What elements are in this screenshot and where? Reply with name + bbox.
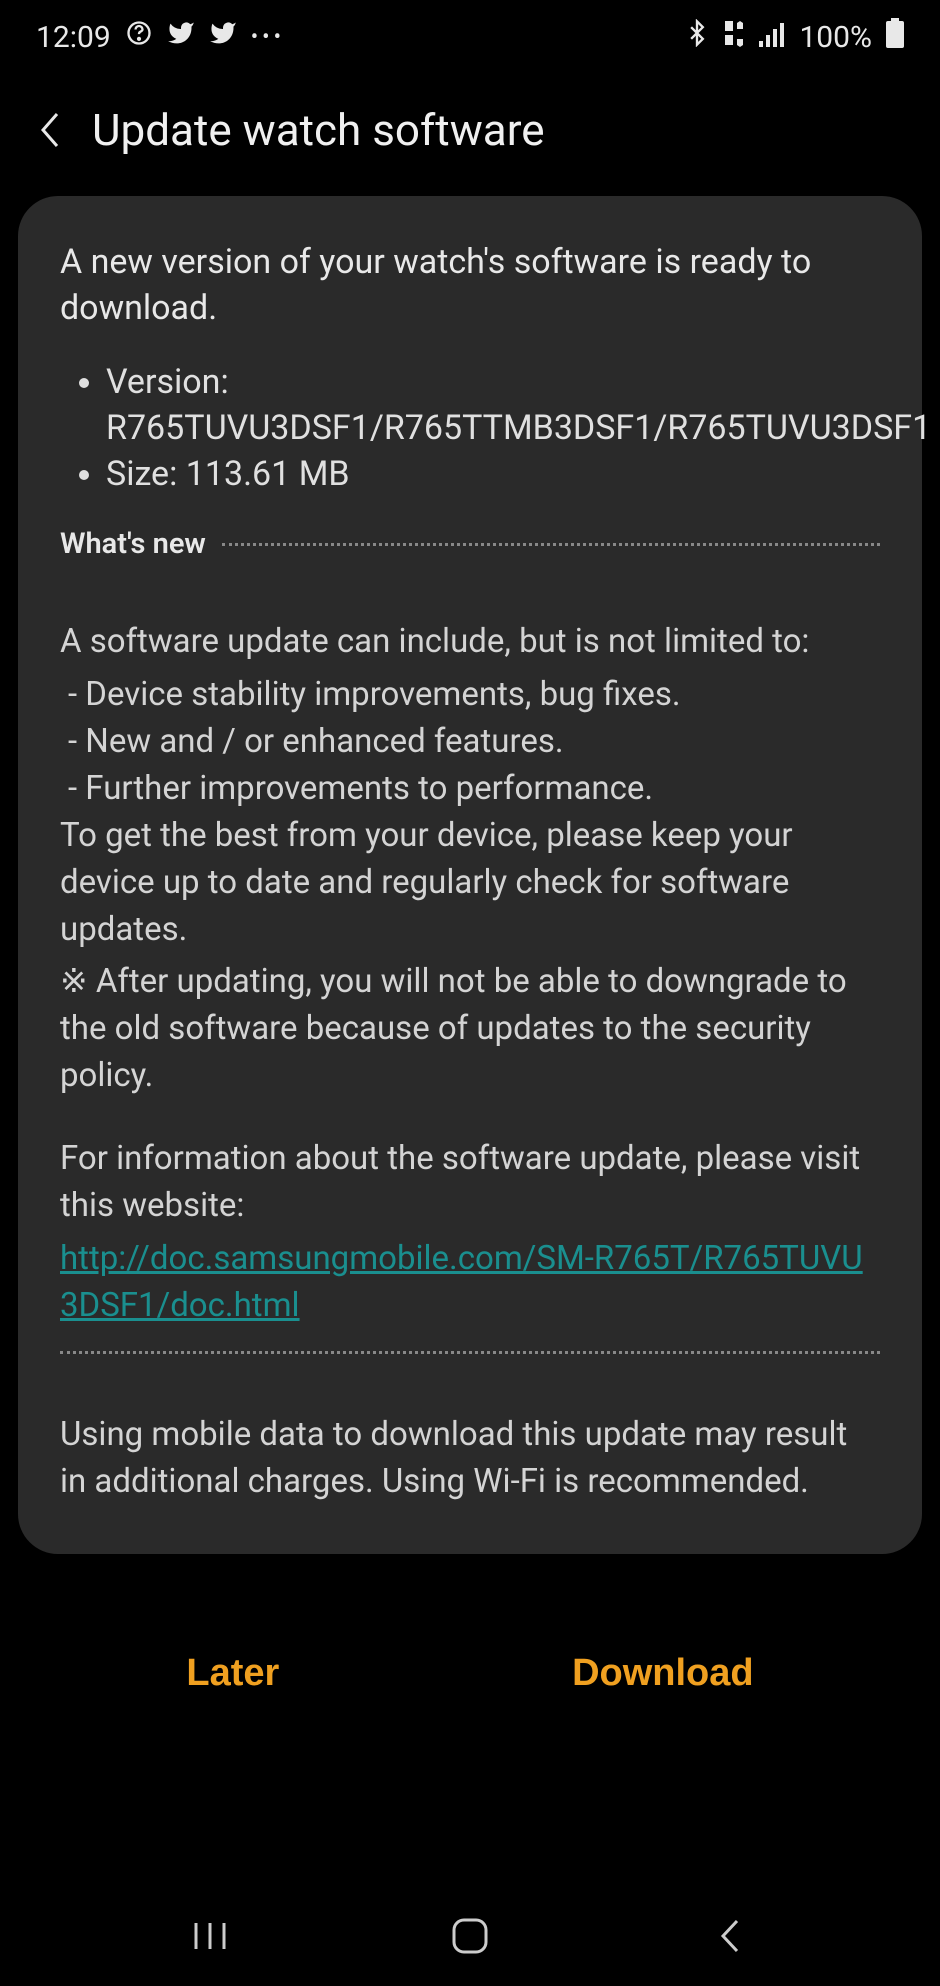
body-note: ※ After updating, you will not be able t… (60, 959, 880, 1100)
battery-text: 100% (799, 20, 872, 55)
notification-icon (125, 19, 153, 55)
whats-new-label: What's new (60, 527, 206, 561)
battery-icon (886, 18, 904, 56)
size-line: Size: 113.61 MB (106, 452, 880, 498)
divider-icon (60, 1351, 880, 1354)
page-title: Update watch software (92, 104, 545, 156)
divider-icon (222, 543, 880, 546)
update-details: Version: R765TUVU3DSF1/R765TTMB3DSF1/R76… (60, 360, 880, 498)
body-bullet: - Further improvements to performance. (60, 766, 880, 813)
navigation-bar (0, 1886, 940, 1986)
status-right: 100% (683, 18, 904, 56)
bluetooth-icon (683, 19, 711, 55)
status-bar: 12:09 ••• 100% (0, 0, 940, 66)
app-header: Update watch software (0, 66, 940, 186)
twitter-icon (167, 19, 195, 55)
whats-new-body: A software update can include, but is no… (60, 619, 880, 1329)
clock: 12:09 (36, 20, 111, 55)
twitter-icon (209, 19, 237, 55)
back-button[interactable] (36, 111, 64, 149)
recents-button[interactable] (185, 1911, 235, 1961)
signal-icon (759, 20, 785, 55)
nav-back-button[interactable] (705, 1911, 755, 1961)
whats-new-header: What's new (60, 527, 880, 561)
version-line: Version: R765TUVU3DSF1/R765TTMB3DSF1/R76… (106, 360, 880, 452)
status-left: 12:09 ••• (36, 19, 285, 55)
intro-text: A new version of your watch's software i… (60, 240, 880, 332)
home-button[interactable] (445, 1911, 495, 1961)
body-line: A software update can include, but is no… (60, 619, 880, 666)
info-link[interactable]: http://doc.samsungmobile.com/SM-R765T/R7… (60, 1239, 863, 1325)
download-button[interactable]: Download (532, 1642, 794, 1705)
more-icon: ••• (251, 25, 285, 50)
body-bullet: - Device stability improvements, bug fix… (60, 672, 880, 719)
body-line: To get the best from your device, please… (60, 813, 880, 954)
body-bullet: - New and / or enhanced features. (60, 719, 880, 766)
later-button[interactable]: Later (146, 1642, 319, 1705)
action-buttons: Later Download (0, 1554, 940, 1745)
info-text: For information about the software updat… (60, 1136, 880, 1230)
data-icon (725, 20, 745, 55)
update-card: A new version of your watch's software i… (18, 196, 922, 1554)
data-warning: Using mobile data to download this updat… (60, 1412, 880, 1506)
